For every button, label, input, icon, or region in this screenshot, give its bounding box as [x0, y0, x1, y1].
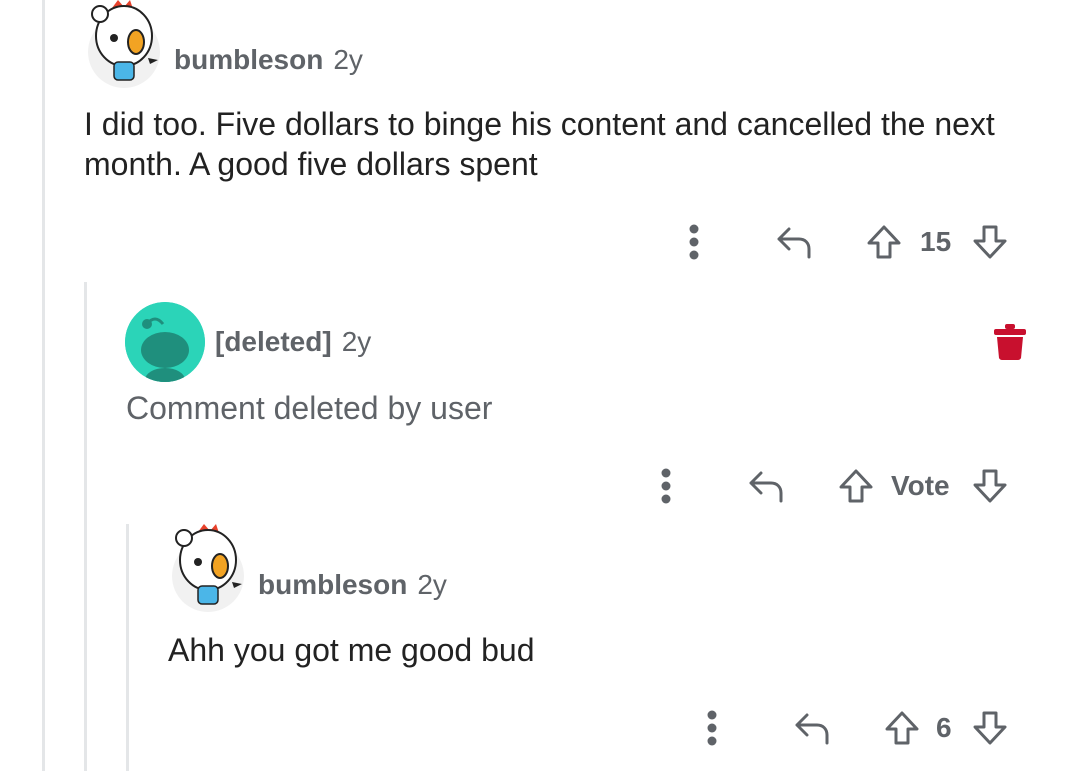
user-avatar[interactable] [170, 522, 246, 616]
downvote-arrow-icon [973, 225, 1007, 259]
more-vertical-icon [661, 468, 671, 504]
snoo-avatar-icon [125, 302, 205, 382]
upvote-arrow-icon [839, 469, 873, 503]
user-avatar[interactable] [86, 0, 162, 92]
reply-button[interactable] [790, 708, 834, 748]
reply-icon [777, 227, 811, 259]
more-vertical-icon [707, 710, 717, 746]
reply-icon [749, 471, 783, 503]
thread-line-level-2[interactable] [126, 524, 129, 771]
downvote-arrow-icon [973, 711, 1007, 745]
downvote-button[interactable] [970, 222, 1010, 262]
reply-button[interactable] [772, 222, 816, 262]
comment-author[interactable]: bumbleson 2y [258, 569, 447, 601]
more-options-button[interactable] [698, 708, 726, 748]
more-options-button[interactable] [652, 466, 680, 506]
user-avatar[interactable] [125, 302, 205, 382]
upvote-arrow-icon [885, 711, 919, 745]
downvote-button[interactable] [970, 708, 1010, 748]
vote-count: 6 [936, 712, 952, 743]
thread-line-level-1[interactable] [84, 282, 87, 771]
comment-age: 2y [341, 326, 372, 357]
chicken-avatar-icon [88, 0, 160, 88]
reply-button[interactable] [744, 466, 788, 506]
username[interactable]: bumbleson [174, 44, 323, 75]
vote-count: 15 [920, 226, 952, 257]
thread-line-root[interactable] [42, 0, 45, 771]
downvote-arrow-icon [973, 469, 1007, 503]
comment-age: 2y [333, 44, 363, 75]
comment-body: Comment deleted by user [126, 390, 493, 426]
chicken-avatar-icon [172, 524, 244, 612]
username[interactable]: bumbleson [258, 569, 407, 600]
comment-author[interactable]: bumbleson 2y [174, 44, 363, 76]
reply-icon [795, 713, 829, 745]
more-options-button[interactable] [680, 222, 708, 262]
comment-body: Ahh you got me good bud [168, 632, 535, 668]
more-vertical-icon [689, 224, 699, 260]
trash-icon [994, 324, 1026, 360]
upvote-button[interactable] [864, 222, 904, 262]
comment-author[interactable]: [deleted] 2y [215, 326, 371, 358]
upvote-arrow-icon [867, 225, 901, 259]
comment-age: 2y [417, 569, 447, 600]
delete-button[interactable] [992, 322, 1028, 362]
username[interactable]: [deleted] [215, 326, 332, 357]
vote-label: Vote [891, 470, 950, 501]
upvote-button[interactable] [836, 466, 876, 506]
downvote-button[interactable] [970, 466, 1010, 506]
upvote-button[interactable] [882, 708, 922, 748]
comment-body: I did too. Five dollars to binge his con… [84, 106, 995, 182]
